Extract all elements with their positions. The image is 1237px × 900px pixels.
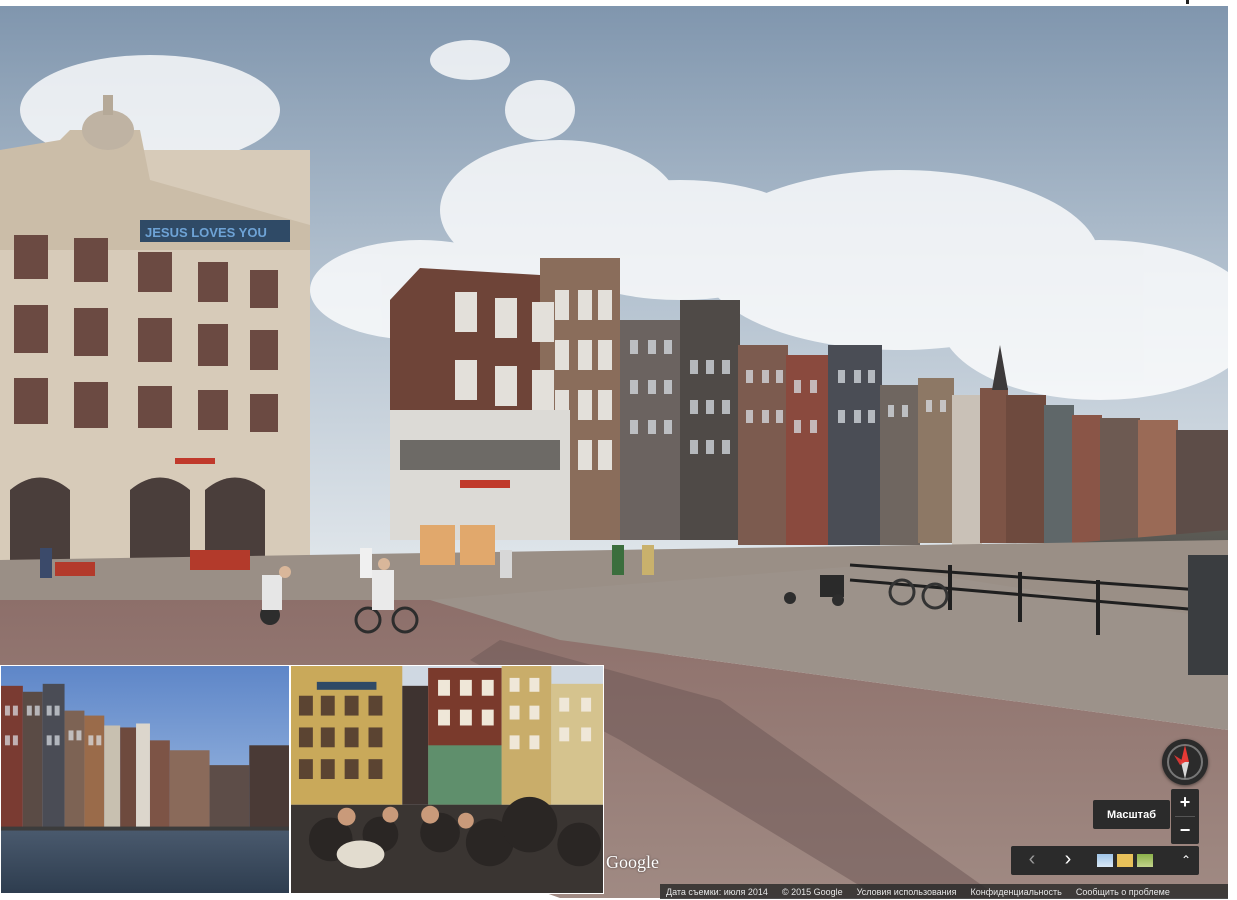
zoom-control: + − <box>1171 789 1199 844</box>
zoom-tooltip: Масштаб <box>1093 800 1170 829</box>
photo-swatch-sky[interactable] <box>1097 854 1113 867</box>
zoom-out-button[interactable]: − <box>1171 817 1199 844</box>
top-border <box>0 0 1237 6</box>
chevron-left-icon[interactable]: ‹ <box>1015 846 1049 875</box>
privacy-link[interactable]: Конфиденциальность <box>971 887 1062 897</box>
chevron-right-icon[interactable]: › <box>1051 846 1085 875</box>
capture-date: Дата съемки: июля 2014 <box>666 886 768 897</box>
photo-thumbnail-canal[interactable] <box>0 665 290 894</box>
zoom-in-button[interactable]: + <box>1171 789 1199 816</box>
copyright: © 2015 Google <box>781 886 843 897</box>
footer-bar: Дата съемки: июля 2014 © 2015 Google Усл… <box>660 884 1228 899</box>
terms-link[interactable]: Условия использования <box>857 887 957 897</box>
google-logo: Google <box>606 852 659 872</box>
photo-swatch-yellow[interactable] <box>1117 854 1133 867</box>
facade-sign: JESUS LOVES YOU <box>145 225 267 240</box>
compass-icon[interactable] <box>1162 739 1208 785</box>
report-problem-link[interactable]: Сообщить о проблеме <box>1076 887 1170 897</box>
right-border <box>1228 0 1237 900</box>
photo-nav-bar: ‹ › ⌃ <box>1011 846 1199 875</box>
photo-swatch-green[interactable] <box>1137 854 1153 867</box>
chevron-up-icon[interactable]: ⌃ <box>1175 846 1197 875</box>
photo-thumbnail-street[interactable] <box>290 665 604 894</box>
edge-mark <box>1186 0 1189 4</box>
